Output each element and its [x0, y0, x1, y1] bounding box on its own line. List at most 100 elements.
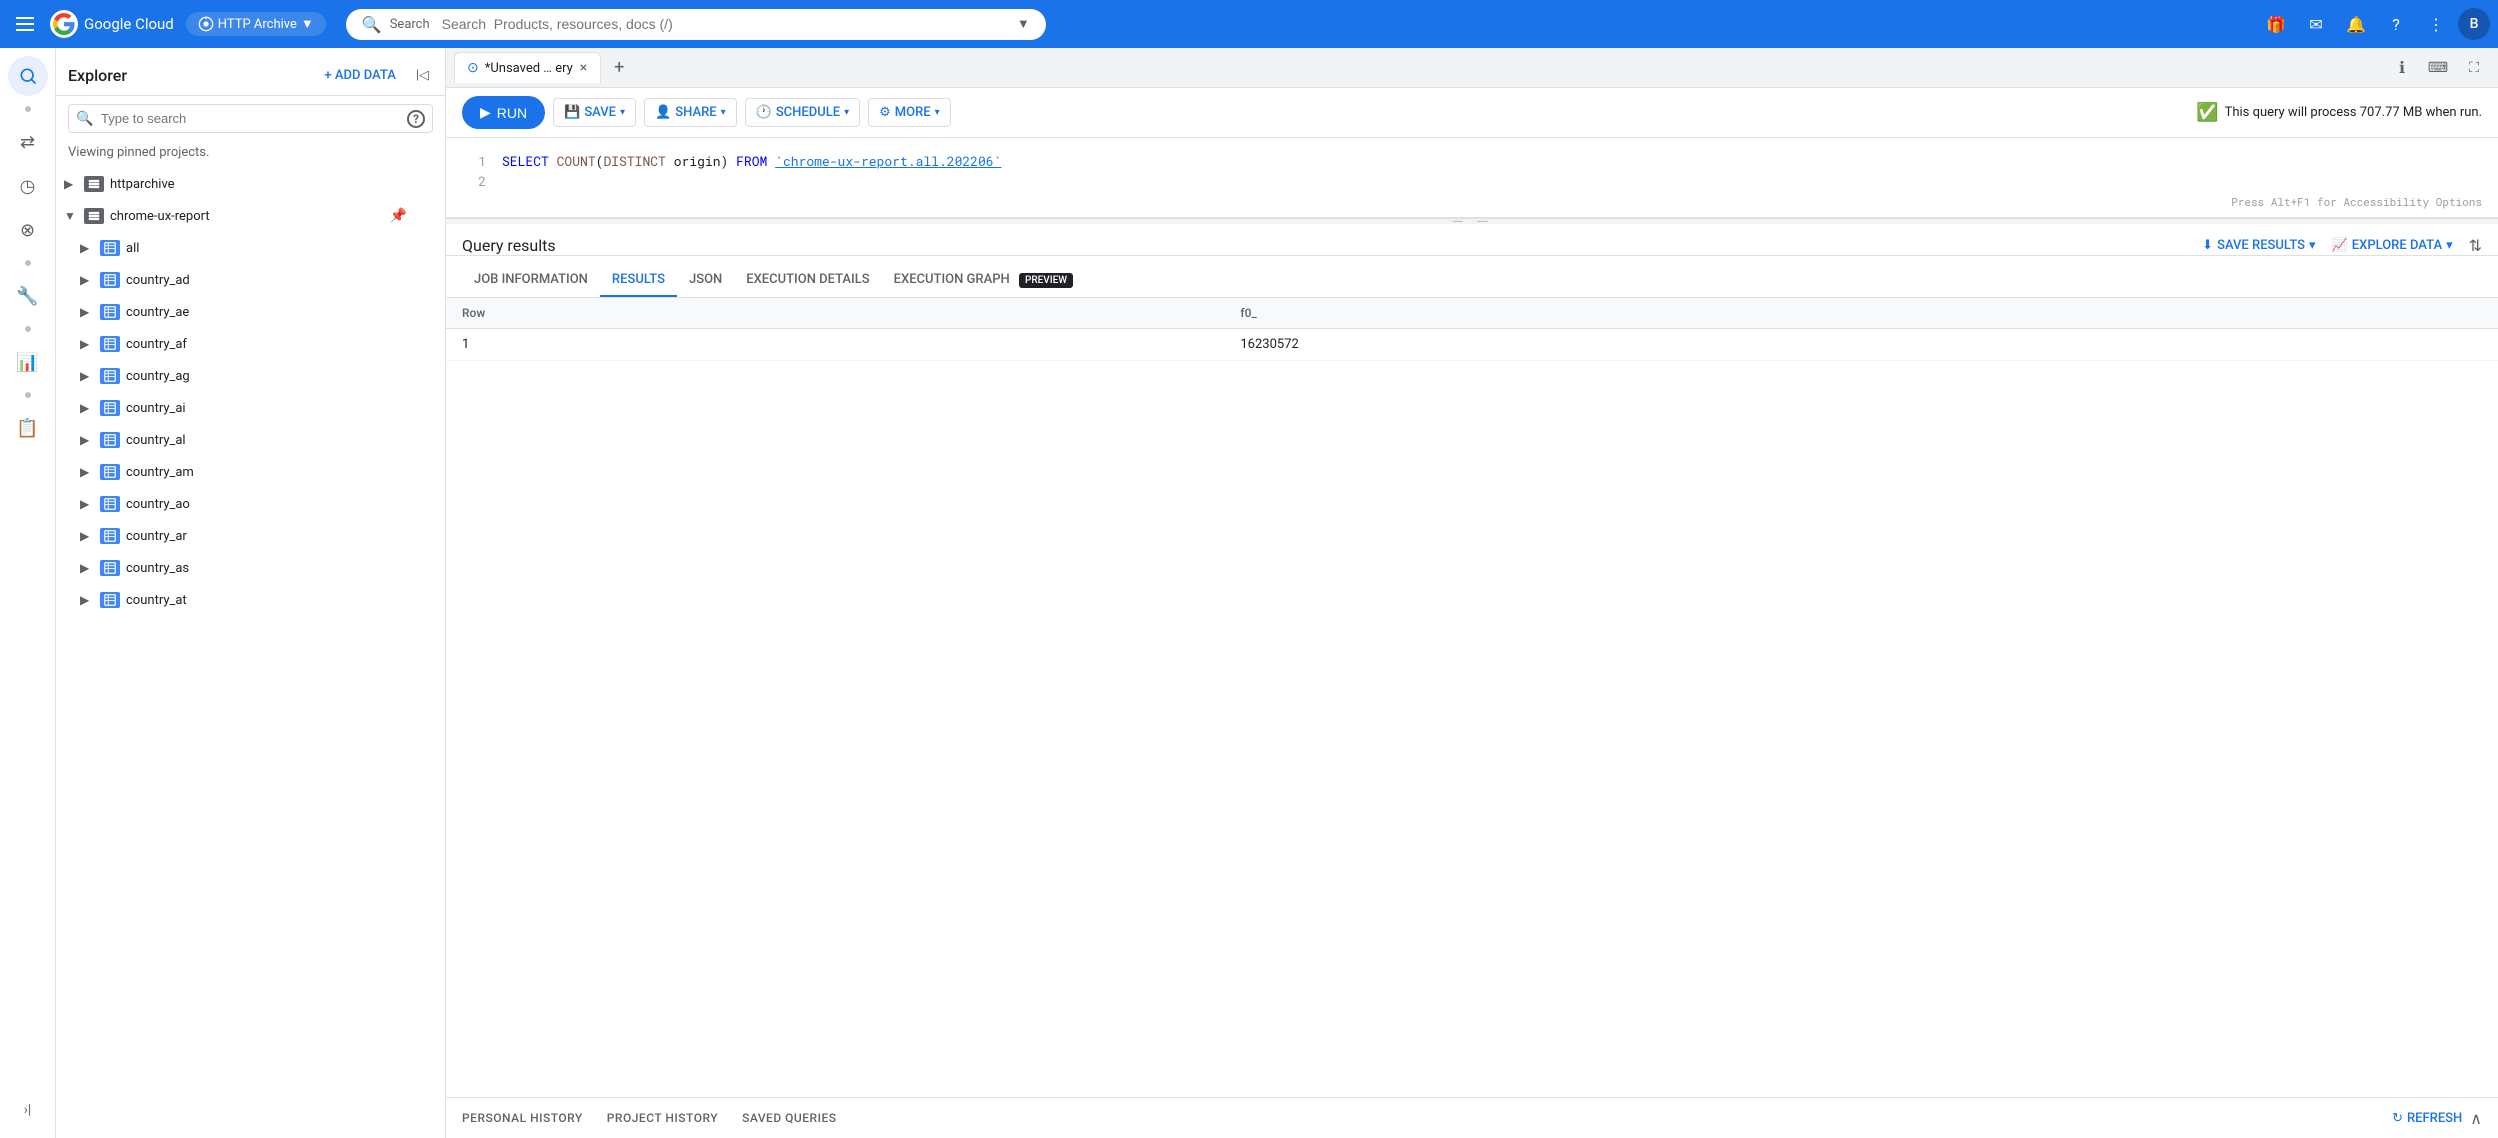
explore-icon[interactable]: ⊗ — [8, 210, 48, 250]
nav-dot-2 — [25, 260, 31, 266]
tree-item-country-ai[interactable]: ▶ country_ai ⋮ — [56, 392, 445, 424]
tree-item-country-al[interactable]: ▶ country_al ⋮ — [56, 424, 445, 456]
tree-item-country-ae[interactable]: ▶ country_ae ⋮ — [56, 296, 445, 328]
chat-icon[interactable]: ✉ — [2298, 6, 2334, 42]
google-cloud-logo: Google Cloud — [50, 10, 174, 38]
tools-icon[interactable]: 🔧 — [8, 276, 48, 316]
tab-job-information[interactable]: JOB INFORMATION — [462, 264, 600, 297]
save-button[interactable]: 💾 SAVE ▾ — [553, 98, 636, 127]
main-content: ⊙ *Unsaved … ery × + ℹ ⌨ ⛶ ▶ RUN 💾 SAVE … — [446, 48, 2498, 1138]
run-button[interactable]: ▶ RUN — [462, 96, 545, 129]
results-table-wrap: Row f0_ 1 16230572 — [446, 298, 2498, 1097]
new-tab-button[interactable]: + — [605, 54, 633, 82]
explore-data-button[interactable]: 📈 EXPLORE DATA ▾ — [2332, 238, 2453, 253]
share-label: SHARE — [675, 105, 716, 120]
tree-item-chrome-ux-report[interactable]: ▼ chrome-ux-report 📌 ⋮ — [56, 200, 445, 232]
table-row: 1 16230572 — [446, 329, 2498, 361]
code-content-1: SELECT COUNT(DISTINCT origin) FROM `chro… — [502, 152, 1001, 170]
tab-json[interactable]: JSON — [677, 264, 734, 297]
tree-item-country-ar[interactable]: ▶ country_ar ⋮ — [56, 520, 445, 552]
refresh-icon: ↻ — [2392, 1111, 2403, 1126]
tree-item-country-as[interactable]: ▶ country_as ⋮ — [56, 552, 445, 584]
add-data-button[interactable]: + ADD DATA — [316, 64, 403, 87]
tree-item-country-am[interactable]: ▶ country_am ⋮ — [56, 456, 445, 488]
more-button[interactable]: ⚙ MORE ▾ — [868, 98, 951, 127]
help-icon[interactable]: ? — [2378, 6, 2414, 42]
explore-data-label: EXPLORE DATA — [2352, 238, 2442, 253]
fn-distinct: DISTINCT — [603, 152, 665, 170]
schedule-button[interactable]: 🕐 SCHEDULE ▾ — [745, 98, 861, 127]
fullscreen-icon[interactable]: ⛶ — [2458, 52, 2490, 84]
tab-execution-graph[interactable]: EXECUTION GRAPH PREVIEW — [882, 264, 1085, 297]
tree-item-country-ag[interactable]: ▶ country_ag ⋮ — [56, 360, 445, 392]
tree-item-all[interactable]: ▶ all ⋮ — [56, 232, 445, 264]
keyboard-icon[interactable]: ⌨ — [2422, 52, 2454, 84]
transfer-icon[interactable]: ⇄ — [8, 122, 48, 162]
table-icon-country-ar — [100, 528, 120, 544]
code-editor[interactable]: 1 SELECT COUNT(DISTINCT origin) FROM `ch… — [446, 138, 2498, 218]
schedule-caret-icon: ▾ — [844, 107, 849, 118]
docs-icon[interactable]: 📋 — [8, 408, 48, 448]
col-header-f0: f0_ — [1224, 298, 2498, 329]
save-results-button[interactable]: ⬇ SAVE RESULTS ▾ — [2202, 238, 2315, 253]
keyword-from: FROM — [736, 152, 767, 170]
search-nav-icon[interactable] — [8, 56, 48, 96]
table-icon-country-ae — [100, 304, 120, 320]
global-search-bar[interactable]: 🔍 Search ▼ — [346, 9, 1046, 40]
refresh-button[interactable]: ↻ REFRESH — [2392, 1111, 2462, 1126]
query-tab-unsaved[interactable]: ⊙ *Unsaved … ery × — [454, 52, 601, 83]
share-icon: 👤 — [655, 105, 671, 120]
accessibility-hint: Press Alt+F1 for Accessibility Options — [2231, 194, 2482, 209]
search-input[interactable] — [442, 16, 1009, 32]
check-circle-icon: ✅ — [2196, 102, 2218, 123]
table-ref: `chrome-ux-report.all.202206` — [775, 152, 1001, 170]
explorer-panel: Explorer + ADD DATA |◁ 🔍 ? Viewing pinne… — [56, 48, 446, 1138]
tree-label-country-af: country_af — [126, 337, 409, 352]
history-icon[interactable]: ◷ — [8, 166, 48, 206]
tab-project-history[interactable]: PROJECT HISTORY — [607, 1111, 718, 1125]
viewing-pinned-text: Viewing pinned projects. — [56, 141, 445, 168]
project-icon — [198, 16, 214, 32]
tab-results[interactable]: RESULTS — [600, 264, 677, 297]
info-icon[interactable]: ℹ — [2386, 52, 2418, 84]
explorer-help-icon[interactable]: ? — [407, 110, 425, 128]
main-layout: ⇄ ◷ ⊗ 🔧 📊 📋 ›| Explorer + ADD DATA |◁ 🔍 … — [0, 48, 2498, 1138]
hamburger-menu[interactable] — [8, 9, 42, 39]
tab-execution-details[interactable]: EXECUTION DETAILS — [734, 264, 881, 297]
fn-count: COUNT — [557, 152, 596, 170]
gift-icon[interactable]: 🎁 — [2258, 6, 2294, 42]
nav-dot-4 — [25, 392, 31, 398]
explorer-header: Explorer + ADD DATA |◁ — [56, 48, 445, 96]
tab-personal-history[interactable]: PERSONAL HISTORY — [462, 1111, 583, 1125]
tree-item-country-af[interactable]: ▶ country_af ⋮ — [56, 328, 445, 360]
table-icon-country-ag — [100, 368, 120, 384]
results-expand-icon[interactable]: ⇅ — [2469, 236, 2482, 255]
line-number-2: 2 — [462, 172, 486, 190]
tree-label-country-at: country_at — [126, 593, 409, 608]
save-results-label: SAVE RESULTS — [2217, 238, 2305, 253]
explore-data-caret: ▾ — [2446, 238, 2453, 253]
explorer-search-input[interactable] — [68, 104, 433, 133]
search-expand-icon[interactable]: ▼ — [1017, 16, 1030, 32]
tree-item-country-ad[interactable]: ▶ country_ad ⋮ — [56, 264, 445, 296]
nav-dot-1 — [25, 106, 31, 112]
collapse-sidebar-icon[interactable]: ›| — [8, 1090, 48, 1130]
bell-icon[interactable]: 🔔 — [2338, 6, 2374, 42]
more-options-icon[interactable]: ⋮ — [2418, 6, 2454, 42]
collapse-explorer-button[interactable]: |◁ — [412, 64, 433, 87]
analytics-icon[interactable]: 📊 — [8, 342, 48, 382]
dataset-icon-chrome-ux-report — [84, 208, 104, 224]
avatar[interactable]: B — [2458, 8, 2490, 40]
tree-item-country-at[interactable]: ▶ country_at ⋮ — [56, 584, 445, 616]
tab-saved-queries[interactable]: SAVED QUERIES — [742, 1111, 836, 1125]
collapse-bottom-icon[interactable]: ∧ — [2470, 1109, 2482, 1128]
table-icon-all — [100, 240, 120, 256]
share-button[interactable]: 👤 SHARE ▾ — [644, 98, 737, 127]
tree-item-country-ao[interactable]: ▶ country_ao ⋮ — [56, 488, 445, 520]
tree-label-country-am: country_am — [126, 465, 409, 480]
tree-label-country-ao: country_ao — [126, 497, 409, 512]
project-selector[interactable]: HTTP Archive ▼ — [186, 12, 326, 36]
results-panel-header: Query results ⬇ SAVE RESULTS ▾ 📈 EXPLORE… — [446, 224, 2498, 256]
query-tab-close-button[interactable]: × — [579, 59, 588, 77]
tree-item-httparchive[interactable]: ▶ httparchive ⋮ — [56, 168, 445, 200]
